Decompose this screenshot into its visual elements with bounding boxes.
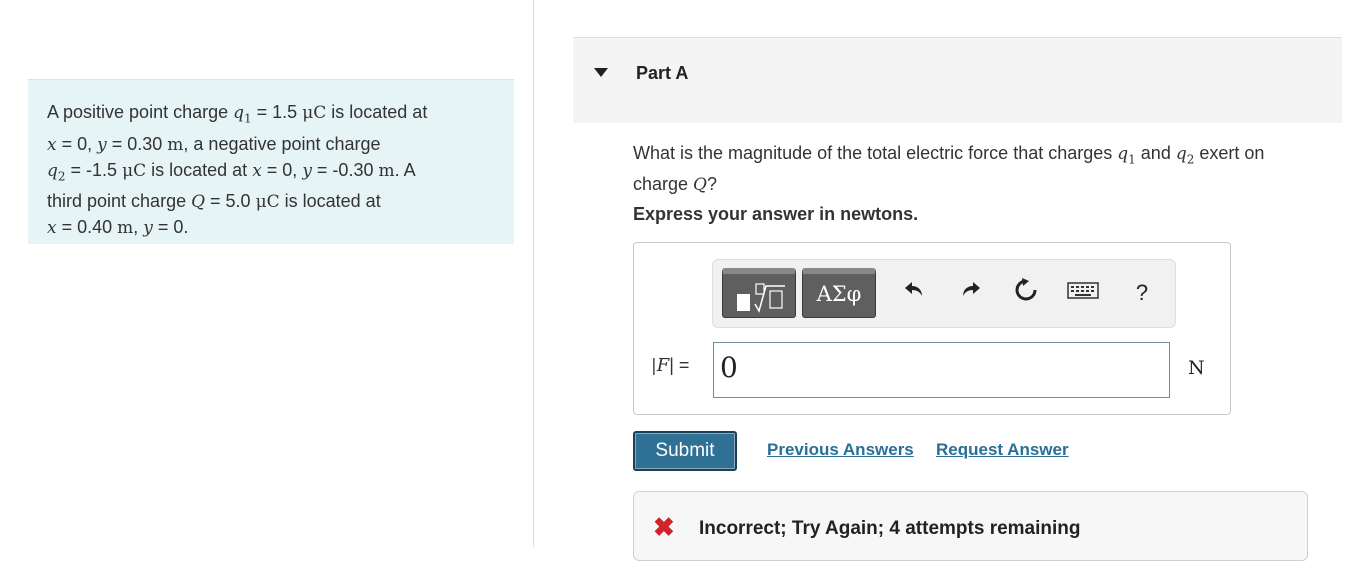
templates-button[interactable]: [722, 268, 796, 318]
answer-unit: N: [1188, 357, 1205, 379]
keyboard-icon[interactable]: [1065, 277, 1101, 309]
answer-panel: ΑΣφ ? |F| = 0 N: [633, 242, 1231, 415]
submit-button[interactable]: Submit: [633, 431, 737, 471]
question-text: What is the magnitude of the total elect…: [633, 143, 1265, 195]
problem-text: A positive point charge q1 = 1.5 μC is l…: [47, 102, 428, 239]
feedback-text: Incorrect; Try Again; 4 attempts remaini…: [699, 518, 1081, 539]
answer-input[interactable]: 0: [713, 342, 1170, 398]
collapse-caret-icon[interactable]: [594, 68, 608, 77]
problem-statement: A positive point charge q1 = 1.5 μC is l…: [28, 79, 514, 244]
answer-instruction: Express your answer in newtons.: [633, 204, 919, 224]
request-answer-link[interactable]: Request Answer: [936, 440, 1069, 460]
reset-icon[interactable]: [1010, 277, 1042, 309]
symbols-button[interactable]: ΑΣφ: [802, 268, 876, 318]
part-header[interactable]: Part A: [573, 37, 1342, 123]
previous-answers-link[interactable]: Previous Answers: [767, 440, 914, 460]
undo-icon[interactable]: [898, 277, 930, 309]
column-divider: [533, 0, 534, 547]
math-toolbar: ΑΣφ ?: [712, 259, 1176, 328]
redo-icon[interactable]: [955, 277, 987, 309]
part-title: Part A: [636, 63, 689, 83]
help-button[interactable]: ?: [1126, 277, 1158, 309]
answer-label: |F| =: [651, 355, 690, 376]
templates-icon: [737, 283, 785, 313]
x-icon: ✖: [653, 512, 675, 542]
feedback-panel: ✖ Incorrect; Try Again; 4 attempts remai…: [633, 491, 1308, 561]
